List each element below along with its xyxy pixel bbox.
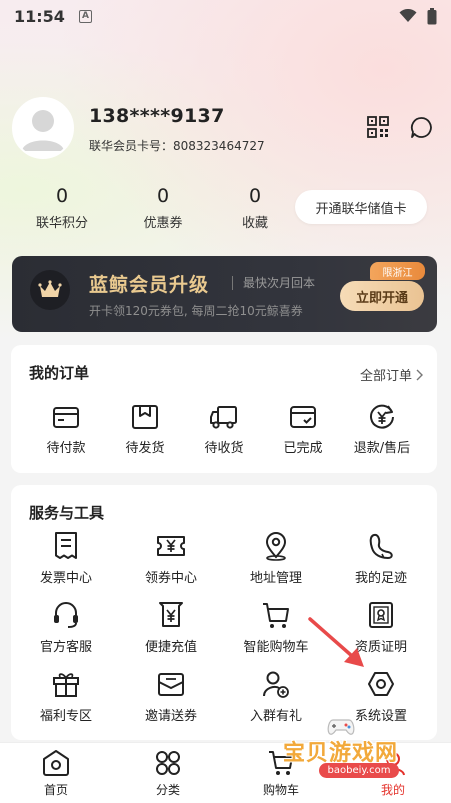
order-label: 退款/售后 (353, 441, 411, 456)
stat-label: 联华积分 (35, 216, 88, 231)
nav-home[interactable]: 首页 (16, 749, 96, 798)
nav-category[interactable]: 分类 (128, 749, 208, 798)
service-join-group[interactable]: 入群有礼 (231, 669, 321, 724)
service-label: 便捷充值 (144, 640, 197, 655)
default-avatar-icon (14, 99, 72, 157)
nav-label: 分类 (155, 783, 180, 797)
order-refund[interactable]: 退款/售后 (337, 403, 427, 456)
service-customer-support[interactable]: 官方客服 (21, 600, 111, 655)
category-icon (156, 751, 180, 775)
wallet-icon (53, 407, 79, 428)
package-icon (132, 405, 158, 429)
service-smart-cart[interactable]: 智能购物车 (231, 600, 321, 655)
profile-header: 138****9137 联华会员卡号：808323464727 (12, 97, 442, 159)
home-icon (43, 750, 69, 776)
vip-subtitle: 最快次月回本 (243, 276, 316, 290)
crown-icon (38, 280, 62, 297)
headset-icon (54, 602, 78, 628)
vip-divider (232, 276, 233, 290)
service-label: 资质证明 (354, 640, 407, 655)
open-value-card-button[interactable]: 开通联华储值卡 (295, 190, 427, 224)
recharge-icon (159, 602, 183, 627)
avatar[interactable] (12, 97, 74, 159)
service-invoice-center[interactable]: 发票中心 (21, 531, 111, 586)
service-footprints[interactable]: 我的足迹 (336, 531, 426, 586)
order-pending-shipment[interactable]: 待发货 (100, 403, 190, 456)
status-time: 11:54 (14, 6, 65, 26)
service-invite-coupon[interactable]: 邀请送券 (126, 669, 216, 724)
stat-label: 优惠券 (143, 216, 183, 231)
watermark-url: baobeiy.com (319, 763, 399, 778)
completed-card-icon (290, 406, 316, 428)
member-card-number: 联华会员卡号：808323464727 (89, 139, 265, 153)
invoice-icon (55, 532, 77, 559)
settings-icon (368, 672, 394, 696)
gift-icon (53, 673, 79, 697)
stat-value: 0 (156, 185, 170, 207)
wifi-icon (399, 9, 417, 22)
services-title: 服务与工具 (29, 504, 105, 522)
service-welfare-zone[interactable]: 福利专区 (21, 669, 111, 724)
service-label: 发票中心 (39, 571, 92, 586)
coupon-icon (157, 536, 185, 556)
services-tools-card: 服务与工具 发票中心 领券中心 地址管理 我的足迹 官方客服 便捷充值 智能购物… (11, 485, 437, 740)
stat-favorites[interactable]: 0 收藏 (215, 185, 295, 231)
my-orders-card: 我的订单 全部订单 待付款 待发货 待收货 已完成 退款/售后 (11, 345, 437, 473)
order-label: 待收货 (204, 441, 244, 456)
stat-points[interactable]: 0 联华积分 (22, 185, 102, 231)
battery-icon (427, 7, 437, 24)
service-qualification[interactable]: 资质证明 (336, 600, 426, 655)
stat-value: 0 (248, 185, 262, 207)
stat-label: 收藏 (241, 216, 268, 231)
order-pending-payment[interactable]: 待付款 (21, 403, 111, 456)
status-a-badge: A (78, 9, 92, 23)
location-icon (265, 532, 287, 561)
chevron-right-icon (416, 369, 423, 380)
service-address-management[interactable]: 地址管理 (231, 531, 321, 586)
region-tag: 限浙江 (370, 262, 425, 280)
service-label: 地址管理 (249, 571, 302, 586)
all-orders-label: 全部订单 (359, 369, 412, 384)
vip-upgrade-banner[interactable]: 蓝鲸会员升级 最快次月回本 开卡领120元券包, 每周二抢10元鲸喜券 限浙江 … (12, 256, 437, 332)
service-quick-recharge[interactable]: 便捷充值 (126, 600, 216, 655)
service-label: 福利专区 (39, 709, 92, 724)
message-icon[interactable] (410, 116, 433, 139)
qr-code-icon[interactable] (367, 116, 389, 138)
vip-description: 开卡领120元券包, 每周二抢10元鲸喜券 (89, 304, 303, 318)
order-label: 待付款 (46, 441, 86, 456)
order-pending-receipt[interactable]: 待收货 (179, 403, 269, 456)
service-label: 官方客服 (39, 640, 92, 655)
cart-icon (263, 603, 289, 628)
crown-badge (30, 270, 70, 310)
certificate-icon (369, 602, 393, 628)
vip-open-button[interactable]: 立即开通 (340, 281, 424, 311)
truck-icon (210, 406, 237, 429)
service-label: 智能购物车 (243, 640, 309, 655)
stat-value: 0 (55, 185, 69, 207)
gamepad-icon (327, 719, 355, 735)
vip-title: 蓝鲸会员升级 (89, 274, 210, 296)
status-bar: 11:54 A (0, 0, 451, 32)
all-orders-link[interactable]: 全部订单 (360, 365, 423, 384)
site-watermark: 宝贝游戏网 baobeiy.com (277, 719, 437, 785)
order-label: 待发货 (125, 441, 165, 456)
service-system-settings[interactable]: 系统设置 (336, 669, 426, 724)
service-label: 领券中心 (144, 571, 197, 586)
order-completed[interactable]: 已完成 (258, 403, 348, 456)
envelope-icon (158, 673, 184, 696)
service-coupon-center[interactable]: 领券中心 (126, 531, 216, 586)
service-label: 入群有礼 (249, 709, 302, 724)
order-label: 已完成 (283, 441, 323, 456)
stat-coupons[interactable]: 0 优惠券 (123, 185, 203, 231)
service-label: 我的足迹 (354, 571, 407, 586)
orders-title: 我的订单 (29, 364, 90, 382)
nav-label: 首页 (43, 783, 68, 797)
footprint-icon (369, 533, 393, 560)
user-phone: 138****9137 (89, 105, 225, 127)
add-user-icon (263, 671, 289, 698)
refund-icon (370, 404, 394, 429)
service-label: 邀请送券 (144, 709, 197, 724)
